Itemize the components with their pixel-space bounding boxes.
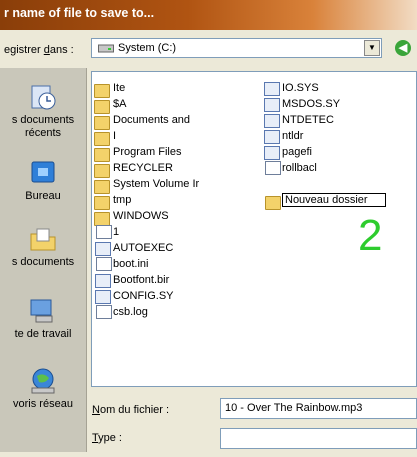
- look-in-label: egistrer dans :: [4, 44, 74, 56]
- file-name-label: Nom du fichier :: [92, 404, 170, 416]
- annotation-number: 2: [358, 211, 383, 260]
- folder-icon: [94, 132, 110, 146]
- folder-icon: [94, 116, 110, 130]
- places-bar: s documents récents Bureau s documents t…: [0, 68, 87, 452]
- file-type-label: Type :: [92, 432, 122, 444]
- system-file-icon: [264, 114, 280, 128]
- folder-icon: [265, 196, 281, 210]
- place-desktop[interactable]: Bureau: [0, 158, 86, 203]
- folder-icon: [94, 212, 110, 226]
- place-my-documents[interactable]: s documents: [0, 224, 86, 269]
- folder-icon: [94, 148, 110, 162]
- place-my-computer[interactable]: te de travail: [0, 296, 86, 341]
- text-file-icon: [96, 225, 112, 239]
- folder-icon: [94, 196, 110, 210]
- settings-file-icon: [265, 161, 281, 175]
- folder-icon: [94, 180, 110, 194]
- folder-icon: [94, 84, 110, 98]
- system-file-icon: [95, 290, 111, 304]
- look-in-value: System (C:): [118, 42, 177, 54]
- my-documents-icon: [30, 228, 56, 251]
- system-file-icon: [95, 242, 111, 256]
- title-bar[interactable]: r name of file to save to...: [0, 0, 417, 30]
- folder-icon: [94, 164, 110, 178]
- look-in-dropdown[interactable]: System (C:) ▼: [91, 38, 382, 58]
- network-places-icon: [31, 368, 55, 394]
- arrow-left-icon: ◀: [398, 42, 408, 54]
- drive-icon: [98, 44, 114, 53]
- place-recent-documents[interactable]: s documents récents: [0, 82, 86, 140]
- recent-documents-icon: [31, 85, 56, 110]
- settings-file-icon: [96, 257, 112, 271]
- system-file-icon: [264, 82, 280, 96]
- window-title: r name of file to save to...: [4, 6, 155, 20]
- desktop-icon: [31, 161, 55, 183]
- file-name-input[interactable]: 10 - Over The Rainbow.mp3: [220, 398, 417, 419]
- folder-icon: [94, 100, 110, 114]
- back-button[interactable]: ◀: [395, 40, 411, 56]
- system-file-icon: [95, 274, 111, 288]
- rename-input[interactable]: Nouveau dossier: [282, 193, 386, 207]
- text-file-icon: [96, 305, 112, 319]
- my-computer-icon: [30, 299, 53, 323]
- system-file-icon: [264, 146, 280, 160]
- chevron-down-icon[interactable]: ▼: [364, 40, 380, 56]
- file-type-select[interactable]: [220, 428, 417, 449]
- system-file-icon: [264, 130, 280, 144]
- place-network[interactable]: voris réseau: [0, 366, 86, 411]
- system-file-icon: [264, 98, 280, 112]
